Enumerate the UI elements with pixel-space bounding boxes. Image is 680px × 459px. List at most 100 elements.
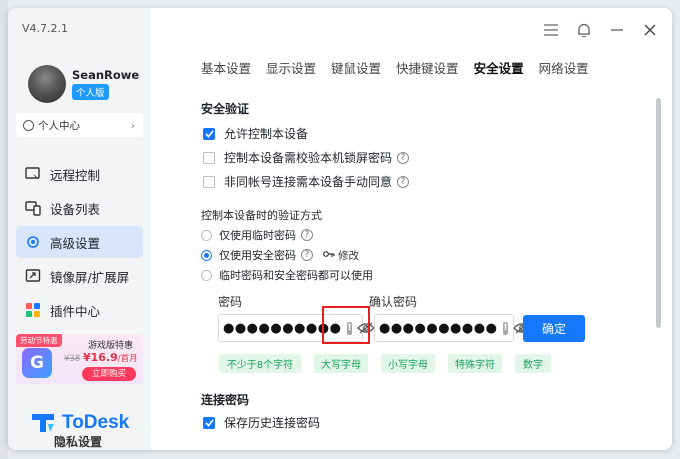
checkbox-unchecked[interactable] [203,175,215,188]
radio-button-selected[interactable] [201,249,212,261]
rule-special-char: 特殊字符 [448,354,502,373]
checkbox-label: 允许控制本设备 [224,127,309,141]
verification-method-title: 控制本设备时的验证方式 [201,209,322,222]
checkbox-label: 非同帐号连接需本设备手动同意 [224,175,393,189]
help-icon[interactable]: ? [301,249,313,261]
confirm-password-value: ●●●●●●●●●● [379,320,498,336]
sidebar-item-label: 设备列表 [50,201,101,217]
window-controls [535,8,672,52]
close-icon [644,24,656,36]
radio-temp-password[interactable]: 仅使用临时密码 ? [201,227,313,243]
username: SeanRowe [72,68,140,82]
promo-new-price: ¥16.9 [82,351,118,364]
sidebar-item-mirror-screen[interactable]: 镜像屏/扩展屏 [16,260,143,292]
rule-uppercase: 大写字母 [314,354,368,373]
caps-warning-icon: ! [503,321,508,335]
security-section-title: 安全验证 [201,102,250,116]
help-icon[interactable]: ? [301,229,313,241]
radio-security-password[interactable]: 仅使用安全密码 ? 修改 [201,247,359,263]
sidebar-item-label: 高级设置 [50,235,101,251]
promo-unit: /首月 [117,354,138,364]
avatar[interactable] [28,65,66,103]
personal-center-button[interactable]: 个人中心 › [16,113,143,137]
minimize-button[interactable] [601,14,633,46]
key-icon [323,251,335,257]
device-list-icon [24,199,42,217]
promo-title: 游戏版特惠 [88,341,134,351]
app-window: V4.7.2.1 SeanRowe 个人版 个人中心 › 远程控制 设备列表 高… [8,8,672,450]
password-label: 密码 [218,295,243,309]
buy-now-button[interactable]: 立即购买 [82,367,136,381]
tab-network[interactable]: 网络设置 [539,58,589,77]
radio-label: 仅使用安全密码 [219,249,296,262]
rule-lowercase: 小写字母 [381,354,435,373]
sidebar-item-remote-control[interactable]: 远程控制 [16,158,143,190]
checkbox-label: 控制本设备需校验本机锁屏密码 [224,151,393,165]
tab-shortcuts[interactable]: 快捷键设置 [396,58,459,77]
remote-control-icon [24,165,42,183]
radio-button[interactable] [201,269,212,281]
lock-screen-password-checkbox[interactable]: 控制本设备需校验本机锁屏密码 ? [203,149,410,166]
checkbox-unchecked[interactable] [203,151,215,164]
chevron-right-icon: › [130,118,135,132]
sidebar-item-plugin-center[interactable]: 插件中心 [16,294,143,326]
menu-button[interactable] [535,14,567,46]
close-button[interactable] [634,14,666,46]
user-icon [23,119,34,131]
rule-min-length: 不少于8个字符 [219,354,301,373]
promo-price: ¥38 ¥16.9/首月 [64,351,138,364]
radio-both-passwords[interactable]: 临时密码和安全密码都可以使用 [201,267,373,283]
tab-security[interactable]: 安全设置 [474,58,524,77]
bell-icon [578,23,590,37]
version-label: V4.7.2.1 [22,22,69,35]
promo-old-price: ¥38 [64,354,81,364]
radio-label: 临时密码和安全密码都可以使用 [219,269,373,282]
radio-label: 仅使用临时密码 [219,229,296,242]
help-icon[interactable]: ? [397,151,410,164]
modify-label: 修改 [338,249,359,262]
background-window [0,0,8,459]
confirm-button[interactable]: 确定 [523,315,585,342]
tab-basic[interactable]: 基本设置 [201,58,251,77]
promo-banner[interactable]: 劳动节特惠 G 游戏版特惠 ¥38 ¥16.9/首月 立即购买 [16,334,143,384]
checkbox-checked[interactable] [203,416,215,429]
tab-display[interactable]: 显示设置 [266,58,316,77]
modify-password-link[interactable]: 修改 [323,248,359,263]
minimize-icon [611,29,623,31]
radio-button[interactable] [201,229,212,241]
manual-consent-checkbox[interactable]: 非同帐号连接需本设备手动同意 ? [203,173,410,190]
checkmark-icon [204,418,214,427]
mirror-screen-icon [24,267,42,285]
background-sidebar-item: 隐私设置 [54,435,103,449]
rule-digit: 数字 [515,354,551,373]
settings-tabs: 基本设置 显示设置 键鼠设置 快捷键设置 安全设置 网络设置 [201,58,604,77]
plan-badge: 个人版 [72,84,109,100]
sidebar-item-device-list[interactable]: 设备列表 [16,192,143,224]
plugin-center-icon [24,301,42,319]
sidebar: V4.7.2.1 SeanRowe 个人版 个人中心 › 远程控制 设备列表 高… [8,8,151,450]
checkbox-checked[interactable] [203,127,215,140]
advanced-settings-icon [24,233,42,251]
brand-name: ToDesk [62,412,130,433]
sidebar-item-label: 远程控制 [50,167,101,183]
confirm-password-label: 确认密码 [369,295,418,309]
highlight-box [322,306,370,344]
sidebar-item-label: 镜像屏/扩展屏 [50,269,130,285]
tab-keyboard-mouse[interactable]: 键鼠设置 [331,58,381,77]
help-icon[interactable]: ? [397,175,410,188]
connection-section-title: 连接密码 [201,393,250,407]
sidebar-item-advanced-settings[interactable]: 高级设置 [16,226,143,258]
sidebar-item-label: 插件中心 [50,303,101,319]
promo-tag: 劳动节特惠 [16,334,62,347]
menu-icon [544,24,558,36]
save-history-checkbox[interactable]: 保存历史连接密码 [203,414,320,431]
game-logo-icon: G [22,348,52,378]
checkmark-icon [204,129,214,138]
confirm-password-input[interactable]: ●●●●●●●●●● ! [374,314,531,342]
notification-button[interactable] [568,14,600,46]
allow-control-checkbox[interactable]: 允许控制本设备 [203,125,308,142]
todesk-logo: ToDesk [30,412,129,434]
todesk-logo-icon [32,414,54,432]
scrollbar[interactable] [656,98,661,328]
checkbox-label: 保存历史连接密码 [224,416,321,430]
